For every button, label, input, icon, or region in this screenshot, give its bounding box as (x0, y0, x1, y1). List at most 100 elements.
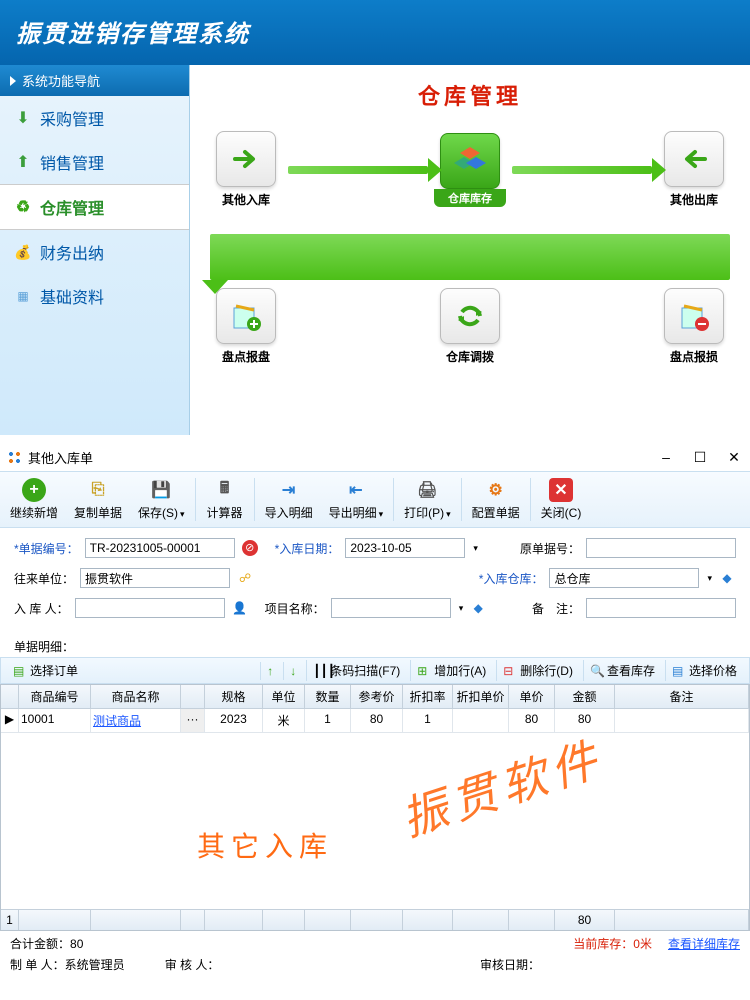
col-header[interactable]: 商品编号 (19, 685, 91, 709)
operator-input[interactable] (75, 598, 225, 618)
chevron-down-icon[interactable]: ▾ (459, 603, 464, 614)
detail-label: 单据明细： (0, 634, 750, 657)
new-button[interactable]: +继续新增 (2, 474, 66, 525)
sheet-minus-icon (676, 298, 712, 334)
person-icon[interactable]: 👤 (231, 599, 249, 617)
sidebar-item-sales[interactable]: ⬆ 销售管理 (0, 140, 189, 184)
cell-amount[interactable]: 80 (555, 709, 615, 733)
chevron-down-icon: ▾ (180, 509, 185, 519)
arrow-out-icon (677, 142, 711, 176)
col-header[interactable]: 规格 (205, 685, 263, 709)
card-check-loss[interactable]: 盘点报损 (658, 288, 730, 365)
cell-remark[interactable] (615, 709, 749, 733)
calculator-icon: 🖩 (213, 478, 237, 502)
cell-price[interactable]: 80 (509, 709, 555, 733)
vendor-label: 往来单位： (14, 570, 74, 587)
copy-button[interactable]: ⎘复制单据 (66, 474, 130, 525)
detail-toolbar: ▤选择订单 ↑ ↓ ┃┃┃条码扫描(F7) ⊞增加行(A) ⊟删除行(D) 🔍查… (0, 657, 750, 684)
sidebar-item-label: 基础资料 (40, 284, 104, 308)
sidebar-header[interactable]: 系统功能导航 (0, 65, 189, 96)
select-price-button[interactable]: ▤选择价格 (665, 660, 743, 681)
stock-detail-link[interactable]: 查看详细库存 (668, 935, 740, 952)
section-title: 仓库管理 (210, 79, 730, 111)
col-header[interactable]: 参考价 (351, 685, 403, 709)
sidebar-item-label: 采购管理 (40, 106, 104, 130)
col-header[interactable]: 折扣率 (403, 685, 453, 709)
vendor-input[interactable] (80, 568, 230, 588)
print-button[interactable]: 🖨打印(P)▾ (396, 474, 459, 525)
barcode-button[interactable]: ┃┃┃条码扫描(F7) (306, 660, 406, 681)
sidebar-item-warehouse[interactable]: ♻ 仓库管理 (0, 184, 189, 230)
move-down-button[interactable]: ↓ (283, 662, 302, 680)
cell-discprice[interactable] (453, 709, 509, 733)
grid-row[interactable]: ▶ 10001 测试商品 ··· 2023 米 1 80 1 80 80 (1, 709, 749, 733)
calc-button[interactable]: 🖩计算器 (198, 474, 252, 525)
refresh-icon (452, 298, 488, 334)
import-button[interactable]: ⇥导入明细 (257, 474, 321, 525)
col-header[interactable]: 备注 (615, 685, 749, 709)
del-row-button[interactable]: ⊟删除行(D) (496, 660, 579, 681)
lookup-button[interactable]: ··· (181, 709, 205, 733)
cancel-icon[interactable]: ⊘ (241, 539, 259, 557)
cell-qty[interactable]: 1 (305, 709, 351, 733)
close-window-button[interactable]: ✕关闭(C) (533, 474, 590, 525)
orig-no-input[interactable] (586, 538, 736, 558)
col-header[interactable]: 商品名称 (91, 685, 181, 709)
btn-label: 复制单据 (74, 504, 122, 521)
chevron-down-icon[interactable]: ▾ (473, 543, 478, 554)
card-other-in[interactable]: 其他入库 (210, 131, 282, 208)
cell-code[interactable]: 10001 (19, 709, 91, 733)
maximize-button[interactable]: ☐ (692, 449, 708, 466)
col-header[interactable]: 单位 (263, 685, 305, 709)
sidebar-item-basedata[interactable]: ▦ 基础资料 (0, 274, 189, 318)
watermark: 其它入库 (197, 825, 333, 865)
recycle-icon: ♻ (14, 198, 32, 216)
sidebar-item-label: 财务出纳 (40, 240, 104, 264)
grid-body[interactable]: 其它入库 振贯软件 (1, 733, 749, 909)
minimize-button[interactable]: – (658, 449, 674, 466)
project-select[interactable] (331, 598, 451, 618)
cell-spec[interactable]: 2023 (205, 709, 263, 733)
card-other-out[interactable]: 其他出库 (658, 131, 730, 208)
col-header[interactable]: 折扣单价 (453, 685, 509, 709)
audit-date-label: 审核日期： (480, 956, 540, 973)
cell-discrate[interactable]: 1 (403, 709, 453, 733)
close-icon: ✕ (549, 478, 573, 502)
card-stock[interactable]: 仓库库存 (434, 133, 506, 207)
config-button[interactable]: ⚙配置单据 (464, 474, 528, 525)
remark-input[interactable] (586, 598, 736, 618)
sidebar-item-finance[interactable]: 💰 财务出纳 (0, 230, 189, 274)
card-label: 其他出库 (658, 191, 730, 208)
cell-unit[interactable]: 米 (263, 709, 305, 733)
cell-name[interactable]: 测试商品 (91, 709, 181, 733)
col-header[interactable]: 金额 (555, 685, 615, 709)
col-header[interactable]: 数量 (305, 685, 351, 709)
app-icon (8, 451, 22, 465)
sheet-plus-icon (228, 298, 264, 334)
check-stock-button[interactable]: 🔍查看库存 (583, 660, 661, 681)
book-icon[interactable]: ◆ (718, 569, 736, 587)
btn-label: 配置单据 (472, 504, 520, 521)
warehouse-select[interactable] (549, 568, 699, 588)
add-row-button[interactable]: ⊞增加行(A) (410, 660, 492, 681)
close-button[interactable]: ✕ (726, 449, 742, 466)
chevron-down-icon[interactable]: ▾ (707, 573, 712, 584)
lookup-icon[interactable]: ☍ (236, 569, 254, 587)
select-order-button[interactable]: ▤选择订单 (7, 660, 84, 681)
book-icon[interactable]: ◆ (469, 599, 487, 617)
btn-label: 导出明细 (329, 506, 377, 520)
in-date-input[interactable] (345, 538, 465, 558)
grid-icon: ▦ (14, 287, 32, 305)
card-transfer[interactable]: 仓库调拨 (434, 288, 506, 365)
search-icon: 🔍 (590, 664, 604, 678)
card-check-gain[interactable]: 盘点报盘 (210, 288, 282, 365)
col-header[interactable]: 单价 (509, 685, 555, 709)
move-up-button[interactable]: ↑ (260, 662, 279, 680)
foot-index: 1 (1, 909, 19, 930)
cell-refprice[interactable]: 80 (351, 709, 403, 733)
doc-no-input[interactable] (85, 538, 235, 558)
sidebar-item-purchase[interactable]: ⬇ 采购管理 (0, 96, 189, 140)
total-label: 合计金额： (10, 935, 70, 952)
save-button[interactable]: 💾保存(S)▾ (130, 474, 193, 525)
export-button[interactable]: ⇤导出明细▾ (321, 474, 392, 525)
